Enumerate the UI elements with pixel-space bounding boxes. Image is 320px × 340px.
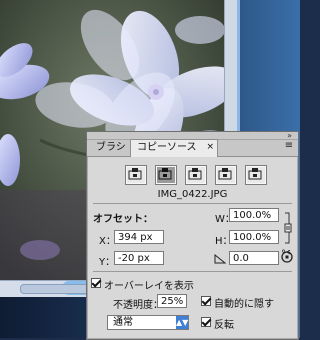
- opacity-field[interactable]: 25%: [157, 294, 187, 308]
- rotate-reset-icon[interactable]: [280, 250, 294, 264]
- angle-icon: [214, 254, 226, 264]
- tab-close-icon[interactable]: ×: [206, 140, 214, 155]
- y-label: Y：: [99, 257, 116, 268]
- invert-label: 反転: [214, 320, 234, 331]
- source-filename: IMG_0422.JPG: [157, 189, 228, 200]
- width-field[interactable]: 100.0%: [229, 208, 279, 222]
- opacity-label: 不透明度：: [113, 300, 163, 311]
- offset-label: オフセット：: [93, 214, 153, 225]
- auto-hide-checkbox[interactable]: [201, 296, 211, 306]
- panel-tabs: ブラシ コピーソース × ≡: [87, 139, 298, 157]
- tab-clone-source-label: コピーソース: [137, 142, 197, 153]
- show-overlay-label: オーバーレイを表示: [104, 281, 194, 292]
- blend-mode-select[interactable]: 通常 ▲▼: [107, 315, 189, 330]
- blend-mode-value: 通常: [113, 317, 133, 328]
- clone-source-4-button[interactable]: [215, 165, 237, 185]
- clone-source-5-button[interactable]: [245, 165, 267, 185]
- clone-source-2-button[interactable]: [155, 165, 177, 185]
- tab-clone-source[interactable]: コピーソース ×: [130, 139, 218, 157]
- clone-source-3-icon: [188, 168, 202, 180]
- clone-source-buttons: [125, 165, 267, 185]
- panel-menu-icon[interactable]: ≡: [284, 141, 294, 152]
- height-field[interactable]: 100.0%: [229, 230, 279, 244]
- chain-link-icon[interactable]: [283, 211, 293, 245]
- auto-hide-label: 自動的に隠す: [214, 299, 274, 310]
- invert-checkbox[interactable]: [201, 317, 211, 327]
- y-offset-field[interactable]: -20 px: [114, 251, 164, 265]
- panel-close-icon[interactable]: »: [287, 132, 292, 140]
- tab-brush-label: ブラシ: [96, 142, 126, 153]
- clone-source-4-icon: [218, 168, 232, 180]
- chevron-updown-icon: ▲▼: [176, 316, 189, 329]
- divider: [93, 203, 292, 204]
- divider: [93, 271, 292, 272]
- clone-source-2-icon: [158, 168, 172, 180]
- angle-field[interactable]: 0.0: [229, 251, 279, 265]
- clone-source-5-icon: [248, 168, 262, 180]
- clone-source-panel: » ブラシ コピーソース × ≡ IMG_0422.JPG オフセット： W： …: [86, 131, 299, 340]
- clone-source-1-button[interactable]: [125, 165, 147, 185]
- clone-source-1-icon: [128, 168, 142, 180]
- show-overlay-checkbox[interactable]: [91, 278, 101, 288]
- x-offset-field[interactable]: 394 px: [114, 230, 164, 244]
- clone-source-3-button[interactable]: [185, 165, 207, 185]
